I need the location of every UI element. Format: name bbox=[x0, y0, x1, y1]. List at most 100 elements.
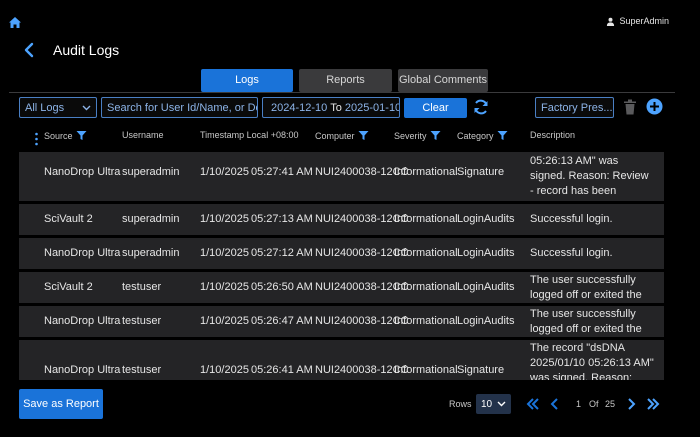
column-description[interactable]: Description bbox=[530, 130, 575, 140]
cell-username: superadmin bbox=[122, 213, 180, 225]
cell-category: LoginAudits bbox=[457, 247, 515, 259]
table-row[interactable]: SciVault 2 superadmin 1/10/2025 05:27:13… bbox=[19, 204, 664, 235]
log-type-select[interactable]: All Logs bbox=[19, 97, 97, 118]
cell-date: 1/10/2025 bbox=[200, 166, 249, 178]
cell-time: 05:26:50 AM bbox=[251, 281, 313, 293]
cell-time: 05:27:13 AM bbox=[251, 213, 313, 225]
cell-time: 05:26:47 AM bbox=[251, 315, 313, 327]
total-pages: 25 bbox=[605, 399, 616, 409]
page-of-label: Of bbox=[589, 399, 599, 409]
column-computer[interactable]: Computer bbox=[315, 130, 369, 141]
username-label: SuperAdmin bbox=[619, 16, 669, 26]
table-row[interactable]: NanoDrop Ultra testuser 1/10/2025 05:26:… bbox=[19, 306, 664, 337]
cell-date: 1/10/2025 bbox=[200, 247, 249, 259]
cell-description: The user successfully logged off or exit… bbox=[530, 274, 642, 301]
trash-icon[interactable] bbox=[623, 99, 637, 115]
tab-reports[interactable]: Reports bbox=[299, 69, 392, 92]
tab-logs[interactable]: Logs bbox=[201, 69, 293, 92]
plus-circle-icon[interactable] bbox=[646, 98, 663, 115]
table-row[interactable]: NanoDrop Ultra testuser 1/10/2025 05:26:… bbox=[19, 340, 664, 380]
filter-icon[interactable] bbox=[497, 130, 508, 141]
cell-date: 1/10/2025 bbox=[200, 281, 249, 293]
date-to: 2025-01-10 bbox=[344, 101, 400, 114]
save-as-report-button[interactable]: Save as Report bbox=[19, 389, 103, 419]
cell-description: The user successfully logged off or exit… bbox=[530, 308, 642, 335]
chevron-down-icon bbox=[497, 401, 506, 407]
cell-time: 05:26:41 AM bbox=[251, 364, 313, 376]
cell-category: LoginAudits bbox=[457, 281, 515, 293]
user-menu[interactable]: SuperAdmin bbox=[606, 16, 669, 26]
search-input[interactable]: Search for User Id/Name, or De... bbox=[101, 97, 258, 118]
column-timestamp[interactable]: Timestamp Local +08:00 bbox=[200, 130, 298, 140]
refresh-icon[interactable] bbox=[472, 98, 490, 116]
cell-source: SciVault 2 bbox=[44, 281, 93, 293]
cell-description: 05:26:13 AM" was signed. Reason: Review … bbox=[530, 155, 649, 201]
table-row[interactable]: NanoDrop Ultra superadmin 1/10/2025 05:2… bbox=[19, 238, 664, 269]
column-username[interactable]: Username bbox=[122, 130, 164, 140]
cell-description: Successful login. bbox=[530, 213, 613, 225]
rows-per-page-value: 10 bbox=[481, 398, 493, 410]
cell-category: Signature bbox=[457, 166, 505, 178]
cell-description: Successful login. bbox=[530, 247, 613, 259]
prev-page-icon[interactable] bbox=[547, 396, 563, 412]
filter-icon[interactable] bbox=[358, 130, 369, 141]
chevron-down-icon bbox=[82, 105, 91, 110]
cell-severity: Informational bbox=[394, 364, 458, 376]
cell-time: 05:27:41 AM bbox=[251, 166, 313, 178]
tab-divider bbox=[9, 92, 675, 93]
current-page: 1 bbox=[576, 399, 582, 409]
user-icon bbox=[607, 17, 615, 26]
more-vertical-icon[interactable] bbox=[35, 132, 38, 146]
filter-icon[interactable] bbox=[430, 130, 441, 141]
table-header: Source Username Timestamp Local +08:00 C… bbox=[19, 130, 664, 148]
search-placeholder: Search for User Id/Name, or De... bbox=[107, 101, 258, 114]
cell-source: NanoDrop Ultra bbox=[44, 364, 121, 376]
cell-time: 05:27:12 AM bbox=[251, 247, 313, 259]
cell-category: LoginAudits bbox=[457, 213, 515, 225]
cell-severity: Informational bbox=[394, 213, 458, 225]
cell-username: superadmin bbox=[122, 166, 180, 178]
home-icon[interactable] bbox=[7, 15, 23, 31]
cell-date: 1/10/2025 bbox=[200, 315, 249, 327]
cell-category: Signature bbox=[457, 364, 505, 376]
cell-source: SciVault 2 bbox=[44, 213, 93, 225]
cell-username: superadmin bbox=[122, 247, 180, 259]
date-from: 2024-12-10 bbox=[271, 101, 328, 114]
column-source[interactable]: Source bbox=[44, 130, 87, 141]
rows-per-page-select[interactable]: 10 bbox=[476, 394, 511, 414]
last-page-icon[interactable] bbox=[645, 396, 661, 412]
cell-username: testuser bbox=[122, 315, 162, 327]
cell-username: testuser bbox=[122, 281, 162, 293]
cell-description: The record "dsDNA 2025/01/10 05:26:13 AM… bbox=[530, 342, 654, 380]
cell-date: 1/10/2025 bbox=[200, 213, 249, 225]
back-arrow-icon[interactable] bbox=[22, 41, 36, 59]
next-page-icon[interactable] bbox=[623, 396, 639, 412]
cell-date: 1/10/2025 bbox=[200, 364, 249, 376]
cell-source: NanoDrop Ultra bbox=[44, 166, 121, 178]
preset-value: Factory Pres... bbox=[541, 101, 613, 114]
table-row[interactable]: SciVault 2 testuser 1/10/2025 05:26:50 A… bbox=[19, 272, 664, 303]
cell-username: testuser bbox=[122, 364, 162, 376]
cell-category: LoginAudits bbox=[457, 315, 515, 327]
column-category[interactable]: Category bbox=[457, 130, 508, 141]
cell-source: NanoDrop Ultra bbox=[44, 247, 121, 259]
tab-global-comments[interactable]: Global Comments bbox=[398, 69, 488, 92]
cell-severity: Informational bbox=[394, 247, 458, 259]
cell-severity: Informational bbox=[394, 315, 458, 327]
filter-icon[interactable] bbox=[76, 130, 87, 141]
column-severity[interactable]: Severity bbox=[394, 130, 441, 141]
date-range-picker[interactable]: 2024-12-10 To 2025-01-10 bbox=[262, 97, 400, 118]
clear-button[interactable]: Clear bbox=[404, 98, 467, 118]
table-row[interactable]: NanoDrop Ultra superadmin 1/10/2025 05:2… bbox=[19, 152, 664, 201]
page-title: Audit Logs bbox=[53, 42, 120, 58]
rows-label: Rows bbox=[449, 399, 472, 409]
first-page-icon[interactable] bbox=[525, 396, 541, 412]
cell-severity: Informational bbox=[394, 166, 458, 178]
preset-select[interactable]: Factory Pres... bbox=[535, 97, 614, 118]
cell-source: NanoDrop Ultra bbox=[44, 315, 121, 327]
log-type-value: All Logs bbox=[25, 101, 65, 114]
audit-log-table: NanoDrop Ultra superadmin 1/10/2025 05:2… bbox=[19, 152, 664, 380]
date-to-label: To bbox=[330, 101, 342, 114]
tab-bar: Logs Reports Global Comments bbox=[201, 69, 488, 92]
cell-severity: Informational bbox=[394, 281, 458, 293]
